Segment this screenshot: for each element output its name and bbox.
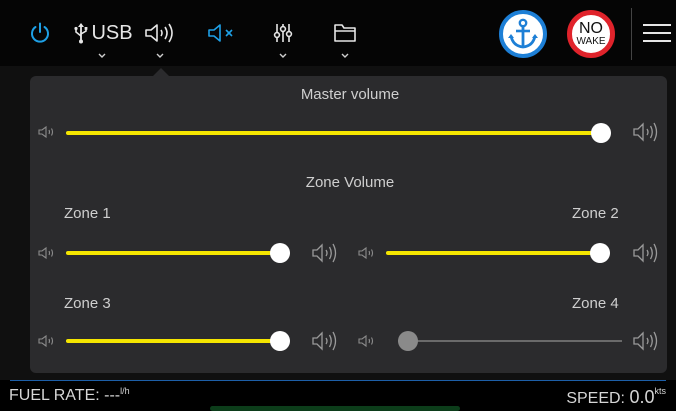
volume-high-icon xyxy=(312,243,337,263)
fuel-rate-unit: l/h xyxy=(120,386,130,396)
power-icon xyxy=(31,22,49,43)
zone-4-slider[interactable] xyxy=(398,331,622,351)
volume-low-icon xyxy=(38,246,54,260)
fuel-rate-value: --- xyxy=(104,387,121,404)
usb-icon xyxy=(74,23,88,44)
no-wake-line1: NO xyxy=(579,20,603,37)
no-wake-button[interactable]: NO WAKE xyxy=(567,10,615,58)
fuel-rate-label: FUEL RATE: xyxy=(9,387,100,404)
speaker-icon xyxy=(145,23,173,43)
slider-thumb[interactable] xyxy=(591,123,611,143)
speed-unit: kts xyxy=(654,386,666,396)
master-volume-slider[interactable] xyxy=(66,123,611,143)
slider-thumb[interactable] xyxy=(270,243,290,263)
mute-button[interactable] xyxy=(206,0,240,66)
volume-low-icon xyxy=(358,334,374,348)
master-volume-title: Master volume xyxy=(300,86,400,103)
slider-fill xyxy=(66,131,601,135)
speed-label: SPEED: xyxy=(566,390,625,407)
zone-3-slider[interactable] xyxy=(66,331,290,351)
speed-readout: SPEED: 0.0kts xyxy=(566,386,666,408)
slider-fill xyxy=(66,339,280,343)
power-button[interactable] xyxy=(24,0,56,66)
zone-1-label: Zone 1 xyxy=(64,205,111,222)
anchor-button[interactable] xyxy=(499,10,547,58)
zone-1-slider[interactable] xyxy=(66,243,290,263)
equalizer-icon xyxy=(273,24,293,42)
slider-thumb[interactable] xyxy=(270,331,290,351)
menu-divider xyxy=(631,8,632,60)
volume-low-icon xyxy=(38,125,54,139)
fuel-rate-readout: FUEL RATE: ---l/h xyxy=(9,386,130,405)
chevron-down-icon xyxy=(156,53,164,58)
slider-fill xyxy=(66,251,280,255)
volume-high-icon xyxy=(633,122,658,142)
usb-label: USB xyxy=(91,21,133,44)
slider-track xyxy=(398,340,622,342)
chevron-down-icon xyxy=(341,53,349,58)
anchor-icon xyxy=(508,18,538,49)
speed-value: 0.0 xyxy=(629,387,655,407)
chevron-down-icon xyxy=(98,53,106,58)
status-divider xyxy=(10,380,666,381)
zone-volume-title: Zone Volume xyxy=(305,174,395,191)
zone-3-label: Zone 3 xyxy=(64,295,111,312)
volume-low-icon xyxy=(358,246,374,260)
zone-2-slider[interactable] xyxy=(386,243,610,263)
volume-high-icon xyxy=(633,331,658,351)
no-wake-line2: WAKE xyxy=(576,36,606,47)
zone-4-label: Zone 4 xyxy=(572,295,619,312)
volume-high-icon xyxy=(312,331,337,351)
panel-pointer xyxy=(153,68,169,76)
slider-thumb[interactable] xyxy=(398,331,418,351)
folder-icon xyxy=(334,24,356,42)
slider-thumb[interactable] xyxy=(590,243,610,263)
chevron-down-icon xyxy=(279,53,287,58)
volume-high-icon xyxy=(633,243,658,263)
volume-panel xyxy=(30,76,667,373)
top-bar: USB NO WAKE xyxy=(0,0,676,66)
mute-icon xyxy=(208,24,233,42)
hamburger-menu-icon xyxy=(643,24,671,42)
zone-2-label: Zone 2 xyxy=(572,205,619,222)
status-glow xyxy=(210,406,460,411)
menu-button[interactable] xyxy=(640,0,674,66)
slider-fill xyxy=(386,251,600,255)
volume-low-icon xyxy=(38,334,54,348)
